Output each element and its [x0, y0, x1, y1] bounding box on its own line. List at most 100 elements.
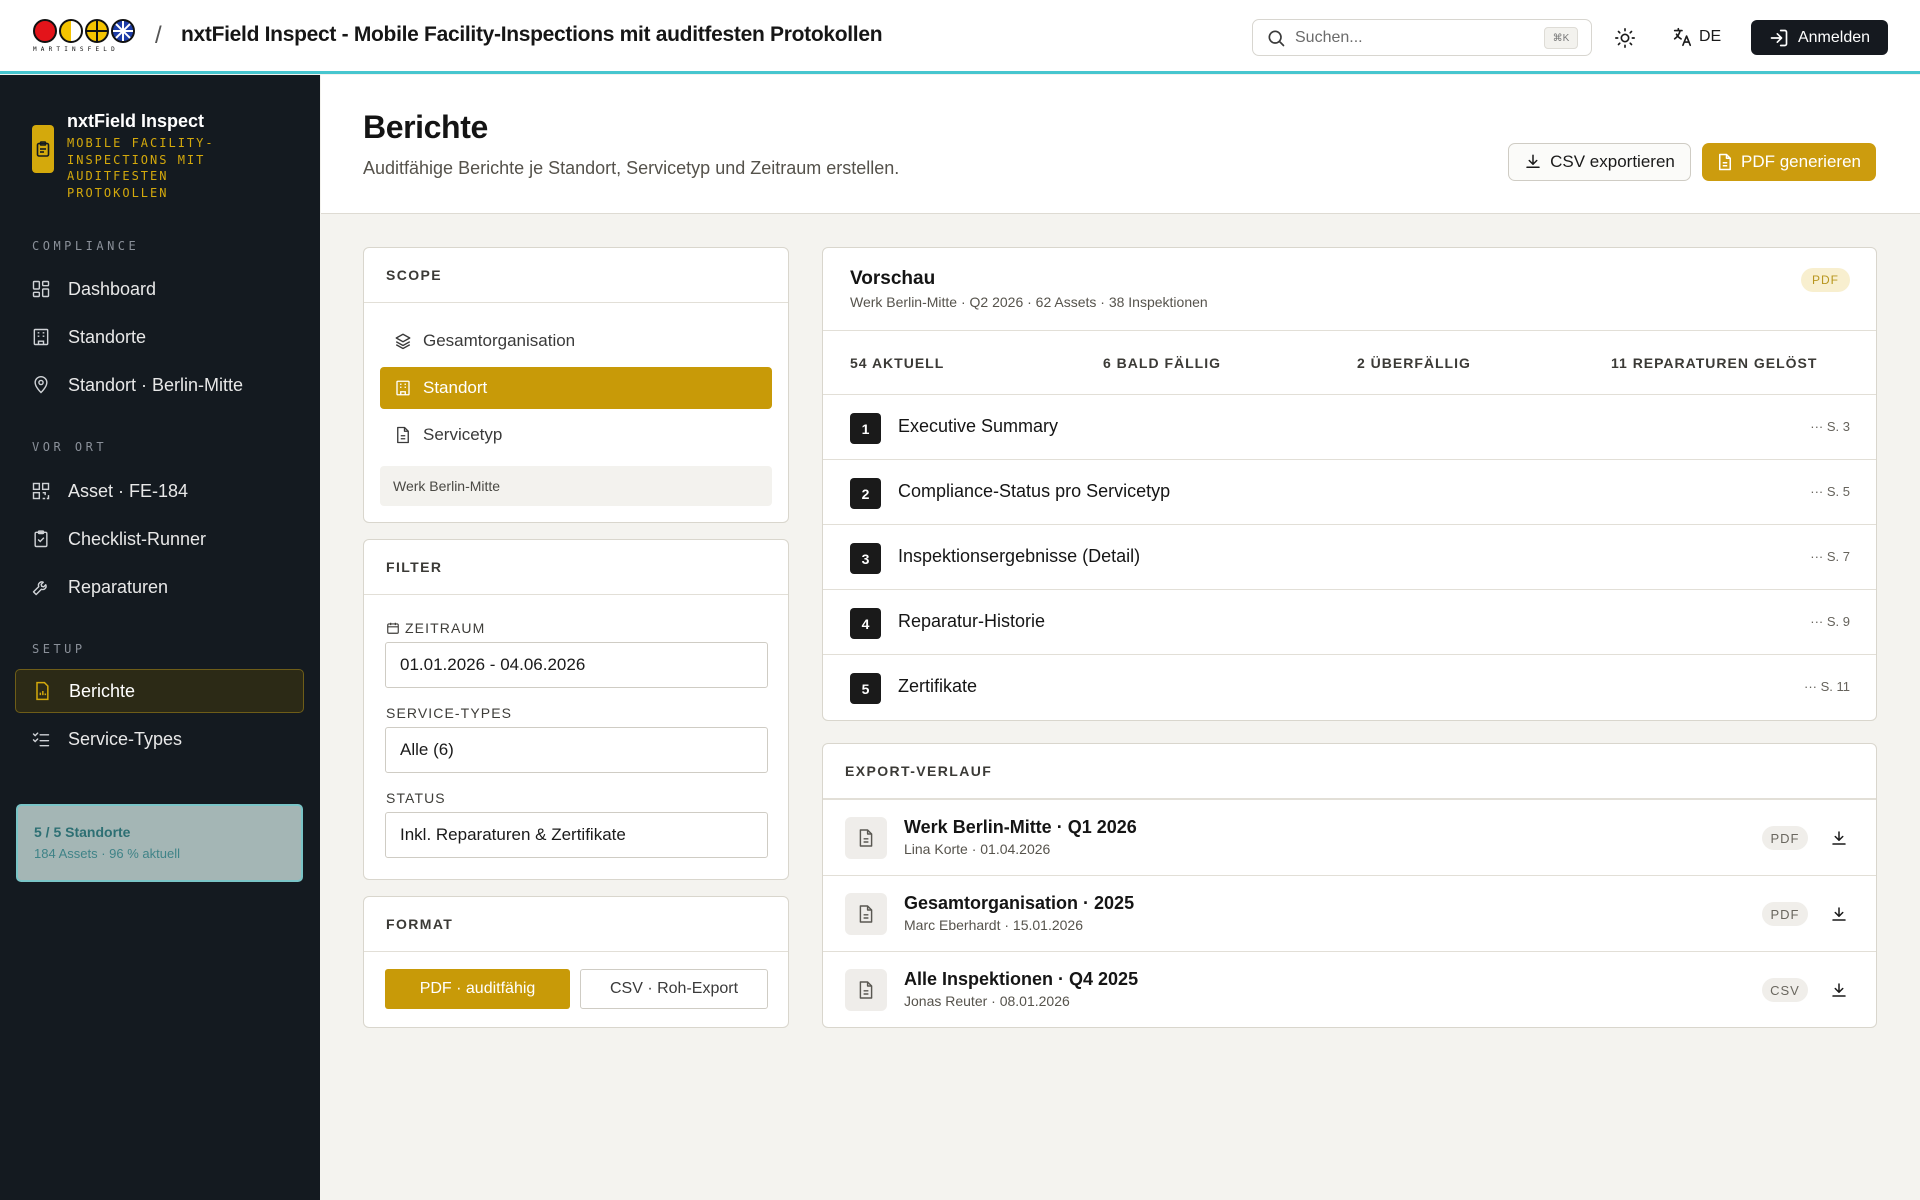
scope-card: SCOPE Gesamtorganisation Standort Servic…	[363, 247, 789, 523]
sidebar-item-label: Dashboard	[68, 278, 157, 299]
map-pin-icon	[31, 375, 51, 395]
toc-page: ··· S. 7	[1810, 549, 1850, 564]
preview-title: Vorschau	[850, 268, 936, 289]
building-icon	[31, 327, 51, 347]
report-icon	[32, 681, 52, 701]
sidebar-item-reparaturen[interactable]: Reparaturen	[15, 565, 304, 609]
scope-option-label: Servicetyp	[423, 425, 503, 444]
stat-repairs-resolved: 11 REPARATUREN GELÖST	[1611, 355, 1818, 371]
filter-heading: FILTER	[364, 540, 788, 595]
scope-option-servicetyp[interactable]: Servicetyp	[380, 414, 772, 456]
search-shortcut-badge: ⌘K	[1544, 27, 1578, 49]
search-icon	[1266, 28, 1286, 48]
preview-subtitle: Werk Berlin-Mitte · Q2 2026 · 62 Assets …	[850, 294, 1208, 310]
export-history-heading: EXPORT-VERLAUF	[823, 744, 1876, 799]
export-history-card: EXPORT-VERLAUF Werk Berlin-Mitte · Q1 20…	[822, 743, 1877, 1028]
scope-option-gesamtorganisation[interactable]: Gesamtorganisation	[380, 320, 772, 362]
export-title: Gesamtorganisation · 2025	[904, 893, 1135, 913]
export-meta: Lina Korte · 01.04.2026	[904, 841, 1051, 857]
sidebar: nxtField Inspect MOBILE FACILITY-INSPECT…	[0, 75, 320, 1200]
preview-format-badge: PDF	[1801, 268, 1850, 292]
logo-wordmark: MARTINSFELD	[33, 46, 119, 53]
toc-label: Zertifikate	[898, 676, 978, 696]
service-types-field[interactable]: Alle (6)	[385, 727, 768, 773]
document-icon	[845, 969, 887, 1011]
sidebar-item-service-types[interactable]: Service-Types	[15, 717, 304, 761]
sidebar-item-asset[interactable]: Asset · FE-184	[15, 469, 304, 513]
wrench-icon	[31, 577, 51, 597]
download-icon[interactable]	[1830, 905, 1848, 923]
nav-section-compliance: COMPLIANCE	[32, 239, 140, 253]
export-format-badge: PDF	[1762, 902, 1808, 926]
martinsfeld-logo[interactable]: MARTINSFELD	[33, 19, 137, 55]
sidebar-item-label: Berichte	[69, 680, 136, 701]
sidebar-item-label: Asset · FE-184	[68, 480, 189, 501]
toc-page: ··· S. 9	[1810, 614, 1850, 629]
scope-heading: SCOPE	[364, 248, 788, 303]
toc-number: 2	[850, 478, 881, 509]
search-bar[interactable]: ⌘K	[1252, 19, 1592, 56]
sites-summary-card: 5 / 5 Standorte 184 Assets · 96 % aktuel…	[16, 804, 303, 882]
download-icon[interactable]	[1830, 829, 1848, 847]
preview-stats: 54 AKTUELL 6 BALD FÄLLIG 2 ÜBERFÄLLIG 11…	[823, 330, 1876, 395]
language-label: DE	[1699, 28, 1722, 45]
sidebar-item-dashboard[interactable]: Dashboard	[15, 267, 304, 311]
search-input[interactable]	[1295, 28, 1525, 47]
top-bar: MARTINSFELD / nxtField Inspect - Mobile …	[0, 0, 1920, 74]
sidebar-item-standorte[interactable]: Standorte	[15, 315, 304, 359]
clipboard-icon	[32, 125, 54, 173]
scope-option-standort[interactable]: Standort	[380, 367, 772, 409]
document-icon	[1717, 153, 1733, 171]
format-card: FORMAT PDF · auditfähig CSV · Roh-Export	[363, 896, 789, 1028]
nav-section-setup: SETUP	[32, 642, 86, 656]
summary-subtitle: 184 Assets · 96 % aktuell	[34, 846, 180, 861]
generate-pdf-button[interactable]: PDF generieren	[1702, 143, 1876, 181]
toc-number: 5	[850, 673, 881, 704]
export-csv-button[interactable]: CSV exportieren	[1508, 143, 1691, 181]
toc-item[interactable]: 2 Compliance-Status pro Servicetyp ··· S…	[823, 460, 1876, 525]
login-button[interactable]: Anmelden	[1751, 20, 1888, 55]
sidebar-item-standort-berlin-mitte[interactable]: Standort · Berlin-Mitte	[15, 363, 304, 407]
service-types-label: SERVICE-TYPES	[386, 705, 513, 721]
export-row[interactable]: Gesamtorganisation · 2025 Marc Eberhardt…	[823, 875, 1876, 951]
filter-card: FILTER ZEITRAUM 01.01.2026 - 04.06.2026 …	[363, 539, 789, 880]
format-heading: FORMAT	[364, 897, 788, 952]
period-label: ZEITRAUM	[386, 620, 485, 636]
export-format-badge: CSV	[1762, 978, 1808, 1002]
status-field[interactable]: Inkl. Reparaturen & Zertifikate	[385, 812, 768, 858]
toc-item[interactable]: 4 Reparatur-Historie ··· S. 9	[823, 590, 1876, 655]
language-switcher[interactable]: DE	[1671, 24, 1721, 50]
sidebar-item-label: Reparaturen	[68, 576, 169, 597]
export-row[interactable]: Werk Berlin-Mitte · Q1 2026 Lina Korte ·…	[823, 799, 1876, 875]
document-icon	[845, 817, 887, 859]
list-checks-icon	[31, 729, 51, 749]
summary-title: 5 / 5 Standorte	[34, 824, 131, 840]
sidebar-brand[interactable]: nxtField Inspect MOBILE FACILITY-INSPECT…	[32, 111, 267, 202]
nav-section-vor-ort: VOR ORT	[32, 440, 108, 454]
format-csv-button[interactable]: CSV · Roh-Export	[580, 969, 768, 1009]
toc-item[interactable]: 3 Inspektionsergebnisse (Detail) ··· S. …	[823, 525, 1876, 590]
toc-item[interactable]: 5 Zertifikate ··· S. 11	[823, 655, 1876, 720]
toc-page: ··· S. 3	[1810, 419, 1850, 434]
export-meta: Marc Eberhardt · 15.01.2026	[904, 917, 1083, 933]
toc-item[interactable]: 1 Executive Summary ··· S. 3	[823, 395, 1876, 460]
theme-toggle-button[interactable]	[1612, 25, 1638, 51]
title-separator: /	[155, 22, 162, 49]
scope-option-label: Standort	[423, 378, 488, 397]
export-row[interactable]: Alle Inspektionen · Q4 2025 Jonas Reuter…	[823, 951, 1876, 1027]
translate-icon	[1671, 26, 1693, 48]
sidebar-item-berichte[interactable]: Berichte	[15, 669, 304, 713]
stat-overdue: 2 ÜBERFÄLLIG	[1357, 355, 1471, 371]
format-pdf-button[interactable]: PDF · auditfähig	[385, 969, 570, 1009]
toc-number: 1	[850, 413, 881, 444]
dashboard-icon	[31, 279, 51, 299]
sidebar-item-checklist-runner[interactable]: Checklist-Runner	[15, 517, 304, 561]
toc-number: 4	[850, 608, 881, 639]
qr-code-icon	[31, 481, 51, 501]
selected-site-field[interactable]: Werk Berlin-Mitte	[380, 466, 772, 506]
toc-label: Executive Summary	[898, 416, 1059, 436]
document-icon	[394, 426, 412, 444]
period-field[interactable]: 01.01.2026 - 04.06.2026	[385, 642, 768, 688]
download-icon[interactable]	[1830, 981, 1848, 999]
clipboard-check-icon	[31, 529, 51, 549]
